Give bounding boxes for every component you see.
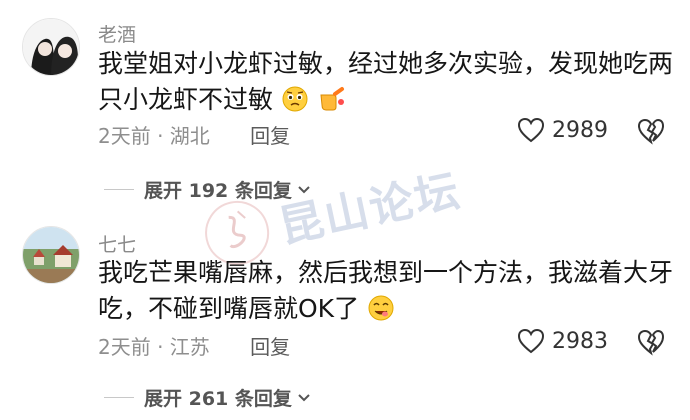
expand-replies-button[interactable]: 展开 261 条回复 — [104, 384, 312, 411]
username[interactable]: 老酒 — [98, 20, 136, 47]
comment-text-line-2: 吃，不碰到嘴唇就OK了 — [98, 291, 678, 327]
time-location: 2天前 · 湖北 — [98, 124, 210, 148]
comment-text: 我吃芒果嘴唇麻，然后我想到一个方法，我滋着大牙 吃，不碰到嘴唇就OK了 — [98, 255, 678, 327]
heart-icon — [517, 117, 545, 143]
chevron-down-icon — [298, 185, 310, 193]
avatar-image — [23, 19, 79, 75]
like-count: 2983 — [552, 328, 608, 354]
expand-replies-label: 展开 192 条回复 — [144, 180, 292, 202]
avatar[interactable] — [22, 226, 80, 284]
comment-text: 我堂姐对小龙虾过敏，经过她多次实验，发现她吃两 只小龙虾不过敏 — [98, 46, 678, 118]
avatar-image — [23, 227, 79, 283]
pointing-hand-emoji — [320, 87, 344, 111]
comment-text-line: 我吃芒果嘴唇麻，然后我想到一个方法，我滋着大牙 — [98, 258, 674, 287]
avatar[interactable] — [22, 18, 80, 76]
like-button[interactable]: 2989 — [516, 115, 608, 145]
expand-replies-button[interactable]: 展开 192 条回复 — [104, 176, 312, 203]
username[interactable]: 七七 — [98, 230, 136, 257]
comment-text-line: 我堂姐对小龙虾过敏，经过她多次实验，发现她吃两 — [98, 49, 674, 78]
comment-text-line-2: 只小龙虾不过敏 — [98, 82, 678, 118]
divider-line — [104, 397, 134, 398]
worried-face-emoji — [282, 86, 308, 112]
comment-text-line-content: 吃，不碰到嘴唇就OK了 — [98, 294, 360, 323]
broken-heart-icon[interactable] — [636, 116, 666, 146]
yum-face-emoji — [368, 295, 394, 321]
like-count: 2989 — [552, 117, 608, 143]
reply-button[interactable]: 回复 — [250, 124, 290, 148]
time-location: 2天前 · 江苏 — [98, 335, 210, 359]
comment-meta: 2天前 · 湖北 回复 — [98, 120, 290, 149]
like-button[interactable]: 2983 — [516, 326, 608, 356]
comment-text-line-content: 只小龙虾不过敏 — [98, 85, 274, 114]
reply-button[interactable]: 回复 — [250, 335, 290, 359]
comment-meta: 2天前 · 江苏 回复 — [98, 331, 290, 360]
comment-item: 七七 我吃芒果嘴唇麻，然后我想到一个方法，我滋着大牙 吃，不碰到嘴唇就OK了 2… — [0, 210, 690, 420]
divider-line — [104, 189, 134, 190]
expand-replies-label: 展开 261 条回复 — [144, 388, 292, 410]
comment-item: 老酒 我堂姐对小龙虾过敏，经过她多次实验，发现她吃两 只小龙虾不过敏 2天前 ·… — [0, 0, 690, 210]
broken-heart-icon[interactable] — [636, 327, 666, 357]
chevron-down-icon — [298, 393, 310, 401]
heart-icon — [517, 328, 545, 354]
